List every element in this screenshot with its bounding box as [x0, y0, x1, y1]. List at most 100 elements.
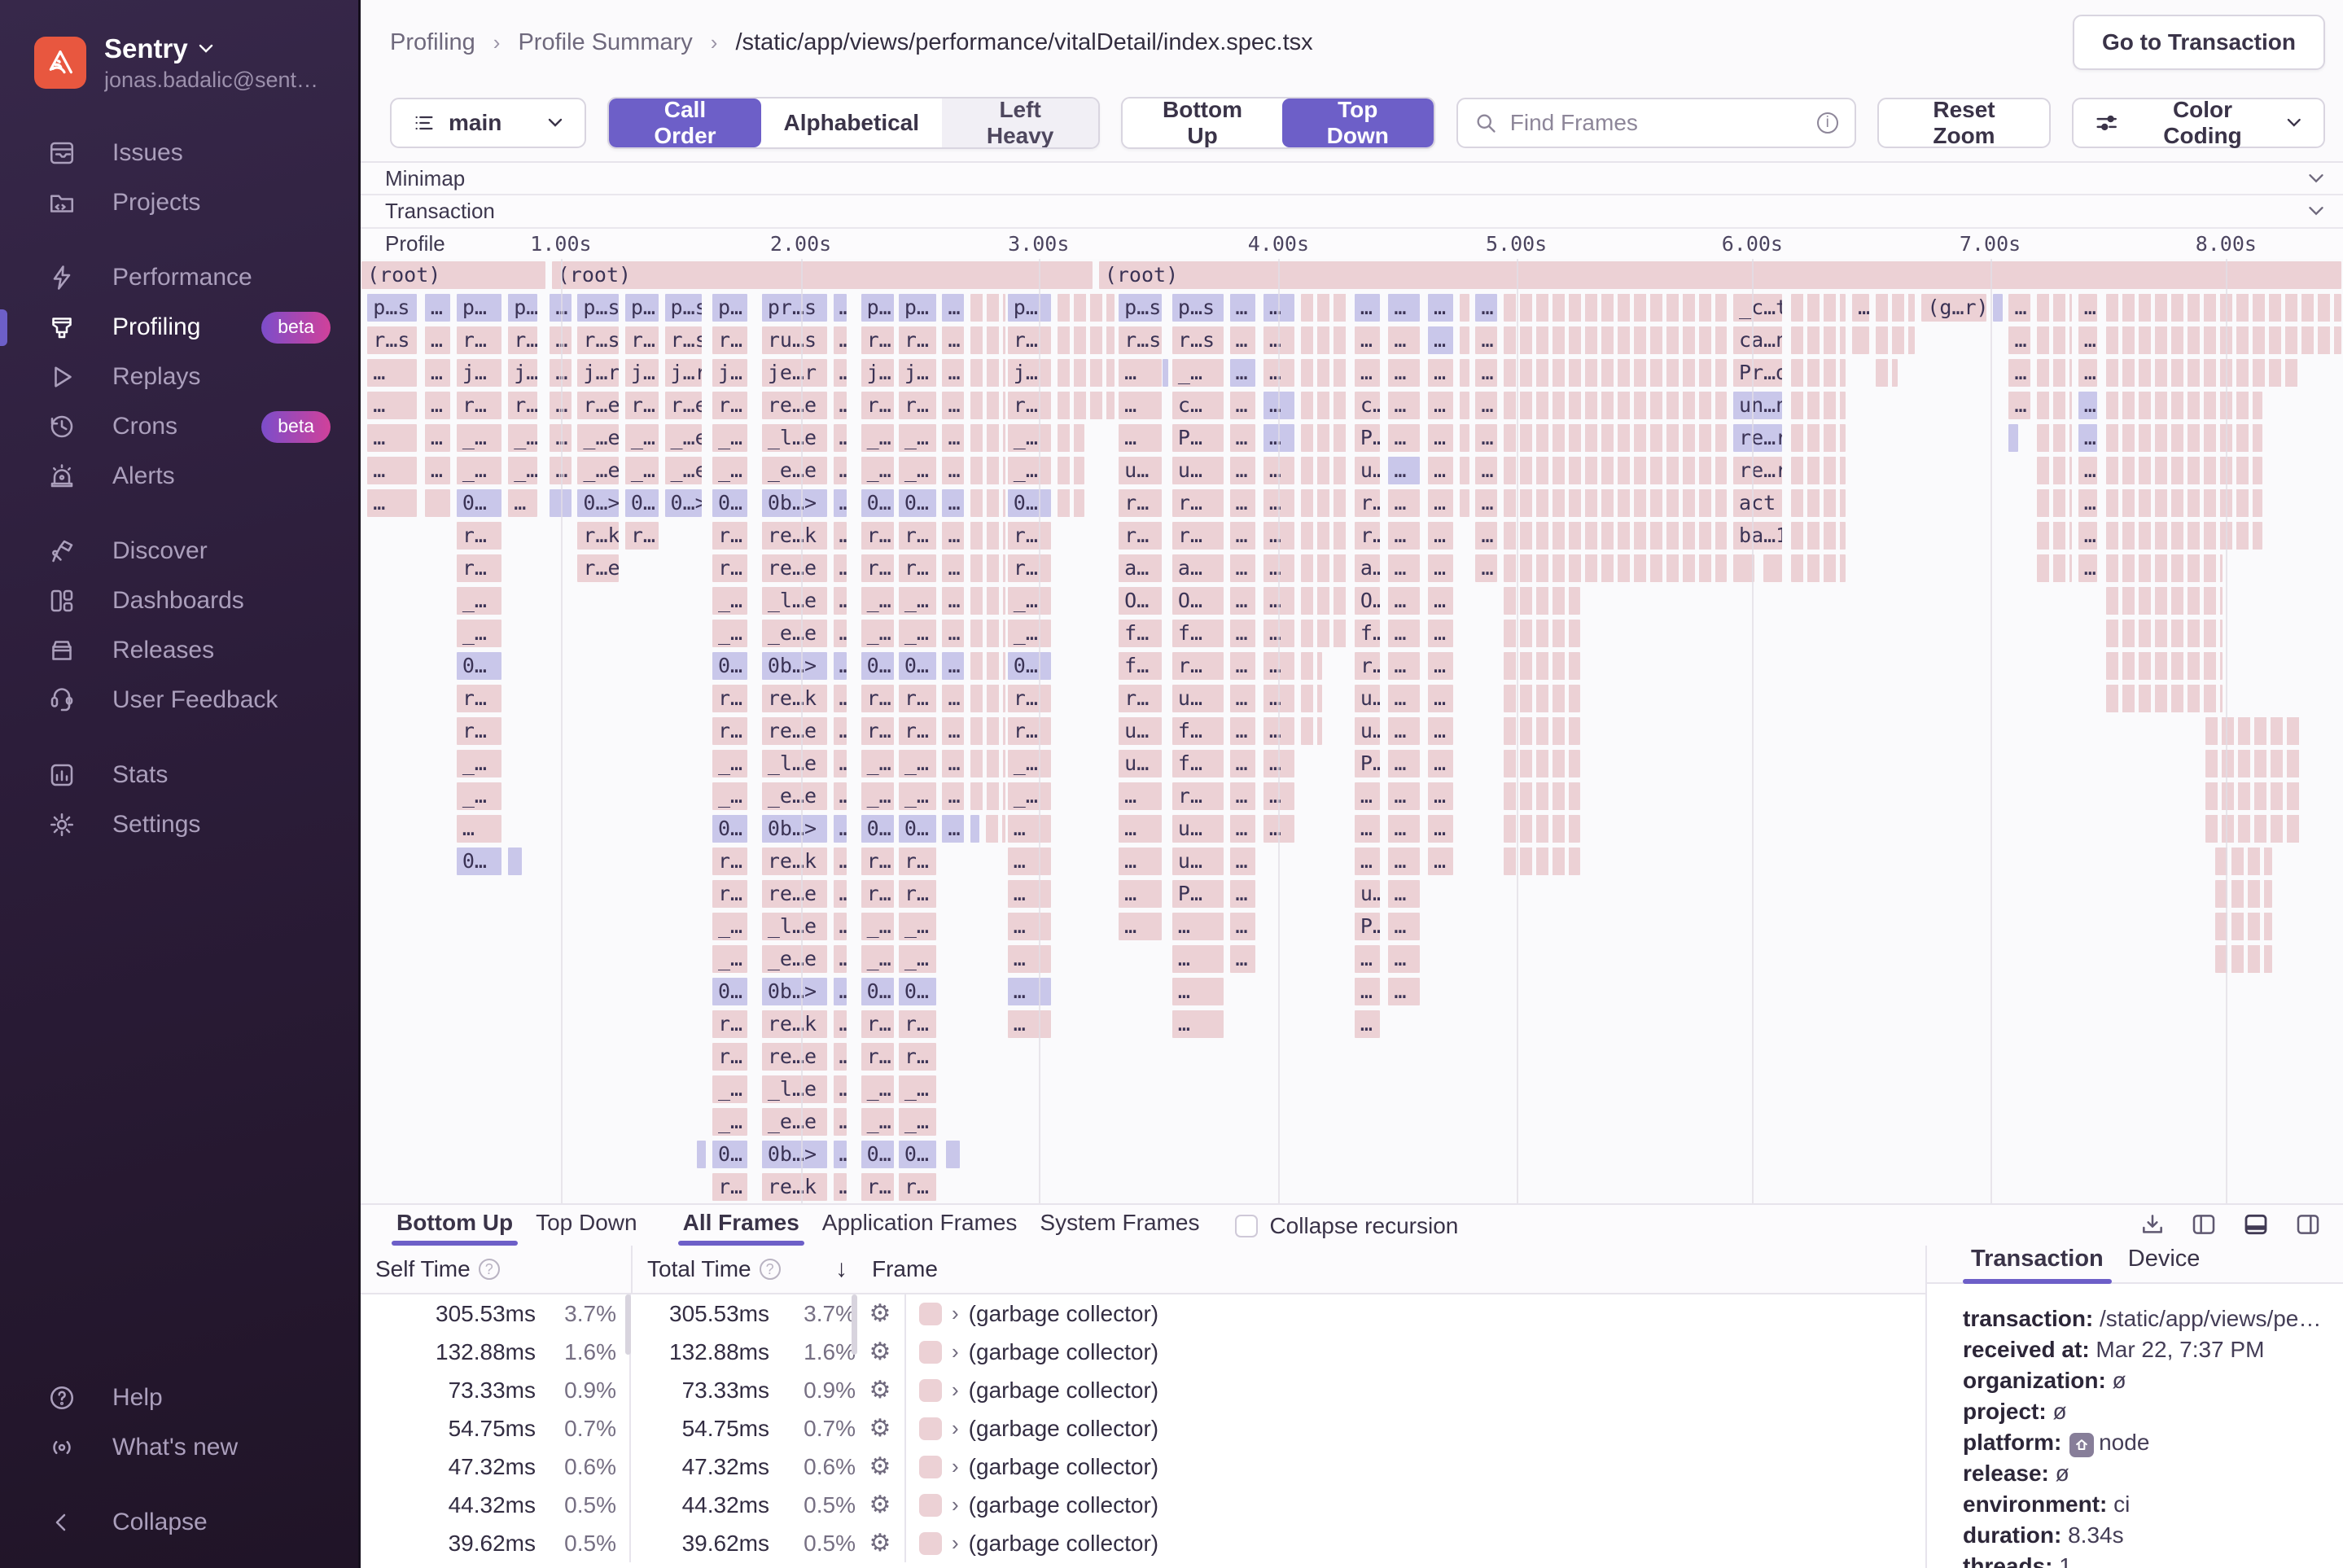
flame-root-frame[interactable]: (root)	[361, 261, 545, 289]
flame-frame[interactable]: …	[1388, 913, 1419, 940]
flame-frame[interactable]: O…	[1172, 587, 1224, 615]
flame-frame[interactable]: 0b…>	[762, 652, 827, 680]
flame-frame[interactable]: …	[2078, 489, 2098, 517]
dir-bottom-up-button[interactable]: Bottom Up	[1123, 99, 1282, 147]
flame-frame[interactable]: 0…	[899, 489, 936, 517]
find-frames-search[interactable]: i	[1456, 98, 1856, 148]
flame-frame[interactable]: r…	[861, 848, 895, 875]
flame-frame[interactable]: r…	[861, 1043, 895, 1071]
flame-frame[interactable]: …	[1230, 848, 1255, 875]
flame-frame[interactable]: r…	[712, 880, 747, 908]
flame-frame[interactable]: …	[1388, 782, 1419, 810]
flame-frame[interactable]: …	[1475, 392, 1496, 419]
flame-frame[interactable]: …	[2008, 392, 2030, 419]
flame-frame[interactable]: …	[1428, 652, 1453, 680]
flame-frame[interactable]: r…	[712, 717, 747, 745]
flame-frame[interactable]: 0…	[861, 1141, 895, 1168]
flame-frame[interactable]: 0…	[712, 978, 747, 1005]
flame-frame[interactable]: …	[942, 685, 963, 712]
flame-frame[interactable]: u…	[1355, 457, 1380, 484]
flame-frame[interactable]: …	[942, 652, 963, 680]
flame-frame[interactable]	[697, 1141, 707, 1168]
flame-frame[interactable]: j…r	[577, 359, 619, 387]
flame-frame[interactable]	[946, 1141, 959, 1168]
flame-frame[interactable]: _…	[712, 457, 747, 484]
flame-frame[interactable]: _…	[712, 1108, 747, 1136]
flame-frame[interactable]: …	[942, 750, 963, 777]
flame-frame[interactable]: _…	[899, 1108, 936, 1136]
flame-frame[interactable]: r…	[1008, 554, 1051, 582]
flame-frame[interactable]: …	[1119, 848, 1162, 875]
flame-frame[interactable]: …	[550, 294, 571, 322]
flame-frame[interactable]: …	[1428, 457, 1453, 484]
flame-frame[interactable]: …	[1008, 1010, 1051, 1038]
flame-frame[interactable]: f…	[1172, 717, 1224, 745]
sidebar-item-crons[interactable]: Cronsbeta	[0, 402, 358, 452]
flame-frame[interactable]: …	[2078, 554, 2098, 582]
flame-frame[interactable]: _…	[457, 424, 501, 452]
flame-frame[interactable]: _…	[712, 620, 747, 647]
flame-frame[interactable]	[1993, 294, 2003, 322]
frame-name[interactable]: (garbage collector)	[969, 1531, 1158, 1557]
flame-frame[interactable]: _e…e	[762, 1108, 827, 1136]
flame-frame[interactable]: re…e	[762, 717, 827, 745]
flame-frame[interactable]: r…	[712, 685, 747, 712]
flame-frame[interactable]: …	[1263, 457, 1294, 484]
flame-frame[interactable]: r…	[712, 1010, 747, 1038]
flame-frame[interactable]: …	[1119, 392, 1162, 419]
flame-frame[interactable]: …	[1428, 424, 1453, 452]
flame-frame[interactable]: …	[1428, 587, 1453, 615]
flame-frame[interactable]: c…	[1355, 392, 1380, 419]
sidebar-item-discover[interactable]: Discover	[0, 527, 358, 576]
chevron-right-icon[interactable]: ›	[952, 1339, 959, 1364]
flame-frame[interactable]: …	[550, 359, 571, 387]
chevron-right-icon[interactable]: ›	[952, 1531, 959, 1556]
flame-frame[interactable]: _l…e	[762, 750, 827, 777]
flame-frame[interactable]: …	[834, 1108, 847, 1136]
flame-frame[interactable]: …	[425, 294, 450, 322]
total-time-header[interactable]: Total Time? ↓	[633, 1246, 859, 1293]
flame-frame[interactable]: …	[942, 620, 963, 647]
flame-frame[interactable]: r…	[1355, 652, 1380, 680]
flame-frame[interactable]: r…	[861, 685, 895, 712]
table-row[interactable]: 39.62ms0.5%39.62ms0.5%⚙›(garbage collect…	[361, 1524, 1925, 1562]
flame-frame[interactable]: r…	[625, 326, 659, 354]
flame-frame[interactable]: …	[1263, 782, 1294, 810]
flame-frame[interactable]: _…	[712, 750, 747, 777]
sort-call-order-button[interactable]: Call Order	[609, 99, 760, 147]
flame-frame[interactable]: r…	[899, 717, 936, 745]
flame-frame[interactable]: …	[834, 848, 847, 875]
flame-frame[interactable]: p…	[625, 294, 659, 322]
flame-frame[interactable]: …	[834, 913, 847, 940]
flame-frame[interactable]: …	[942, 326, 963, 354]
flame-frame[interactable]: _…e	[665, 457, 703, 484]
flame-frame[interactable]	[1763, 554, 1783, 582]
flame-frame[interactable]: _l…e	[762, 424, 827, 452]
flame-frame[interactable]: _…	[899, 620, 936, 647]
flame-frame[interactable]: …	[1263, 750, 1294, 777]
flame-frame[interactable]: _…	[861, 1108, 895, 1136]
flame-frame[interactable]: 0…	[899, 815, 936, 843]
gear-icon[interactable]: ⚙	[856, 1371, 906, 1409]
flame-frame[interactable]: …	[425, 326, 450, 354]
flame-frame[interactable]: …	[1230, 587, 1255, 615]
flame-frame[interactable]: r…	[899, 1043, 936, 1071]
flame-frame[interactable]: …	[1388, 424, 1419, 452]
minimap-row[interactable]: Minimap	[361, 163, 2343, 195]
flame-frame[interactable]: u…	[1119, 717, 1162, 745]
flame-frame[interactable]: P…	[1172, 880, 1224, 908]
flame-frame[interactable]: …	[1388, 326, 1419, 354]
flame-frame[interactable]: …	[2008, 359, 2030, 387]
flame-frame[interactable]: r…	[508, 326, 537, 354]
flame-frame[interactable]: _l…e	[762, 587, 827, 615]
flame-frame[interactable]: r…	[1119, 489, 1162, 517]
flame-frame[interactable]: …	[1475, 359, 1496, 387]
flame-frame[interactable]: _…	[899, 457, 936, 484]
flame-frame[interactable]: r…	[861, 392, 895, 419]
transaction-row[interactable]: Transaction	[361, 195, 2343, 229]
flame-frame[interactable]: _…	[1008, 750, 1051, 777]
flame-frame[interactable]: a…	[1119, 554, 1162, 582]
flame-frame[interactable]: …	[834, 1173, 847, 1201]
flame-frame[interactable]: r…	[457, 685, 501, 712]
flame-frame[interactable]: _…	[899, 1075, 936, 1103]
